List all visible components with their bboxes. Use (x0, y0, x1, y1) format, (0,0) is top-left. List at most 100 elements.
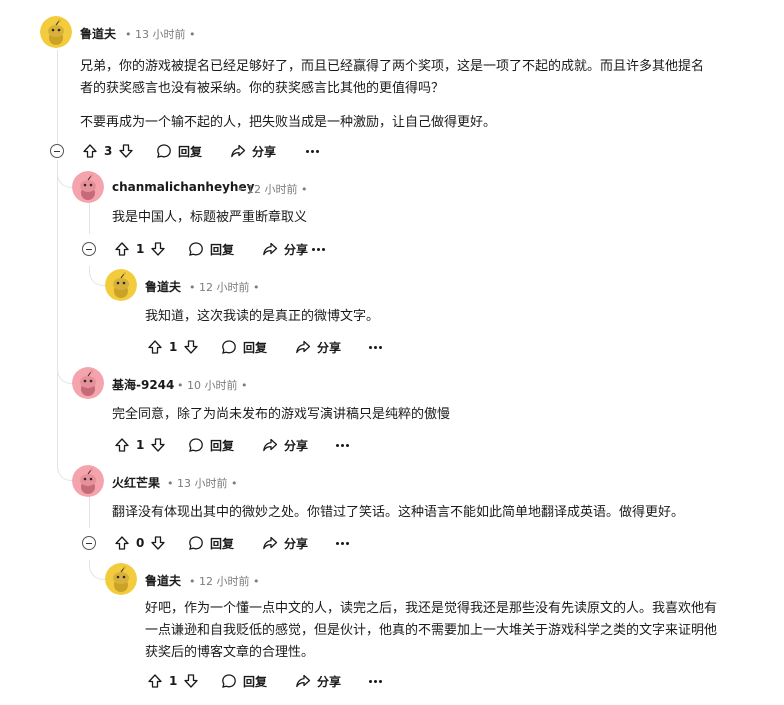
comment-paragraph: 完全同意，除了为尚未发布的游戏写演讲稿只是纯粹的傲慢 (112, 407, 451, 422)
comment-paragraph: 获奖后的博客文章的合理性。 (145, 645, 315, 660)
reply-label: 回复 (243, 674, 268, 689)
reply-label: 回复 (210, 536, 235, 551)
reply-label: 回复 (243, 340, 268, 355)
comment-paragraph: 翻译没有体现出其中的微妙之处。你错过了笑话。这种语言不能如此简单地翻译成英语。做… (112, 505, 685, 520)
share-arrow-icon (296, 674, 311, 688)
share-label: 分享 (284, 242, 309, 257)
comment-author[interactable]: 鲁道夫 (145, 572, 181, 589)
more-options-icon[interactable] (369, 670, 382, 692)
more-options-icon[interactable] (306, 140, 319, 162)
comment-paragraph: 我知道，这次我读的是真正的微博文字。 (145, 309, 380, 324)
reply-label: 回复 (210, 438, 235, 453)
upvote-button[interactable] (114, 532, 130, 554)
avatar[interactable] (72, 367, 104, 399)
comment-time: 12 小时前 (247, 183, 298, 196)
comment-time: 13 小时前 (177, 477, 228, 490)
reply-button[interactable]: 回复 (156, 140, 202, 162)
vote-count: 1 (136, 438, 145, 452)
more-options-icon[interactable] (369, 336, 382, 358)
share-button[interactable]: 分享 (295, 336, 341, 358)
comment-bubble-icon (157, 144, 171, 158)
collapse-thread-button[interactable] (50, 144, 64, 158)
comment-body: 我知道，这次我读的是真正的微博文字。 (145, 306, 765, 328)
comment-actions: 1 回复 分享 (145, 670, 405, 692)
avatar[interactable] (40, 16, 72, 48)
upvote-button[interactable] (147, 336, 163, 358)
upvote-button[interactable] (82, 140, 98, 162)
comment-actions: 3 回复 分享 (80, 140, 340, 162)
comment-paragraph: 一点谦逊和自我贬低的感觉，但是伙计，他真的不需要加上一大堆关于游戏科学之类的文字… (145, 623, 718, 638)
upvote-arrow-icon (115, 536, 129, 550)
reply-button[interactable]: 回复 (188, 532, 234, 554)
comment-author[interactable]: 基海-9244 (112, 376, 174, 393)
thread-line-level2 (89, 494, 90, 528)
avatar[interactable] (105, 563, 137, 595)
share-label: 分享 (284, 536, 309, 551)
comment-paragraph: 不要再成为一个输不起的人，把失败当成是一种激励，让自己做得更好。 (80, 115, 497, 130)
comment-meta: • 12 小时前 • (189, 575, 260, 588)
comment-bubble-icon (222, 340, 236, 354)
reply-button[interactable]: 回复 (188, 238, 234, 260)
comment-bubble-icon (189, 536, 203, 550)
reply-button[interactable]: 回复 (188, 434, 234, 456)
comment-paragraph: 我是中国人，标题被严重断章取义 (112, 210, 308, 225)
downvote-button[interactable] (118, 140, 134, 162)
reply-button[interactable]: 回复 (221, 670, 267, 692)
comment-body: 翻译没有体现出其中的微妙之处。你错过了笑话。这种语言不能如此简单地翻译成英语。做… (112, 502, 772, 524)
reply-button[interactable]: 回复 (221, 336, 267, 358)
upvote-button[interactable] (114, 238, 130, 260)
comment-time: 13 小时前 (135, 28, 186, 41)
thread-line-root-children (57, 160, 58, 465)
comment-author[interactable]: 鲁道夫 (80, 25, 116, 42)
collapse-thread-button[interactable] (82, 242, 96, 256)
comment-actions: 1 回复 分享 (145, 336, 405, 358)
comment-paragraph: 好吧，作为一个懂一点中文的人，读完之后，我还是觉得我还是那些没有先读原文的人。我… (145, 601, 718, 616)
share-button[interactable]: 分享 (262, 238, 308, 260)
snoo-avatar-icon (72, 367, 104, 399)
more-options-icon[interactable] (336, 434, 349, 456)
avatar[interactable] (105, 269, 137, 301)
snoo-avatar-icon (40, 16, 72, 48)
comment-author[interactable]: 火红芒果 (112, 474, 160, 491)
more-options-icon[interactable] (312, 238, 325, 260)
more-options-icon[interactable] (336, 532, 349, 554)
share-arrow-icon (231, 144, 246, 158)
vote-count: 1 (169, 674, 178, 688)
share-label: 分享 (317, 340, 342, 355)
comment-paragraph: 者的获奖感言也没有被采纳。你的获奖感言比其他的更值得吗？ (80, 81, 445, 96)
downvote-button[interactable] (150, 238, 166, 260)
thread-line-level2 (89, 200, 90, 234)
share-button[interactable]: 分享 (262, 532, 308, 554)
downvote-arrow-icon (151, 438, 165, 452)
share-label: 分享 (284, 438, 309, 453)
avatar[interactable] (72, 465, 104, 497)
upvote-arrow-icon (115, 242, 129, 256)
downvote-button[interactable] (183, 670, 199, 692)
collapse-thread-button[interactable] (82, 536, 96, 550)
vote-count: 0 (136, 536, 145, 550)
downvote-button[interactable] (183, 336, 199, 358)
comment-time: 12 小时前 (199, 281, 250, 294)
downvote-arrow-icon (151, 536, 165, 550)
comment-body: 兄弟，你的游戏被提名已经足够好了，而且已经赢得了两个奖项，这是一项了不起的成就。… (80, 56, 770, 134)
avatar[interactable] (72, 171, 104, 203)
share-button[interactable]: 分享 (295, 670, 341, 692)
share-arrow-icon (263, 536, 278, 550)
comment-body: 我是中国人，标题被严重断章取义 (112, 207, 772, 229)
upvote-button[interactable] (114, 434, 130, 456)
share-button[interactable]: 分享 (262, 434, 308, 456)
upvote-button[interactable] (147, 670, 163, 692)
comment-body: 好吧，作为一个懂一点中文的人，读完之后，我还是觉得我还是那些没有先读原文的人。我… (145, 598, 775, 664)
comment-meta: • 12 小时前 • (189, 281, 260, 294)
comment-meta: • 13 小时前 • (167, 477, 238, 490)
reply-label: 回复 (210, 242, 235, 257)
snoo-avatar-icon (105, 269, 137, 301)
downvote-arrow-icon (184, 674, 198, 688)
downvote-button[interactable] (150, 532, 166, 554)
comment-author[interactable]: 鲁道夫 (145, 278, 181, 295)
downvote-button[interactable] (150, 434, 166, 456)
share-arrow-icon (263, 242, 278, 256)
share-button[interactable]: 分享 (230, 140, 276, 162)
downvote-arrow-icon (119, 144, 133, 158)
comment-author[interactable]: chanmalichanheyhey (112, 180, 254, 194)
